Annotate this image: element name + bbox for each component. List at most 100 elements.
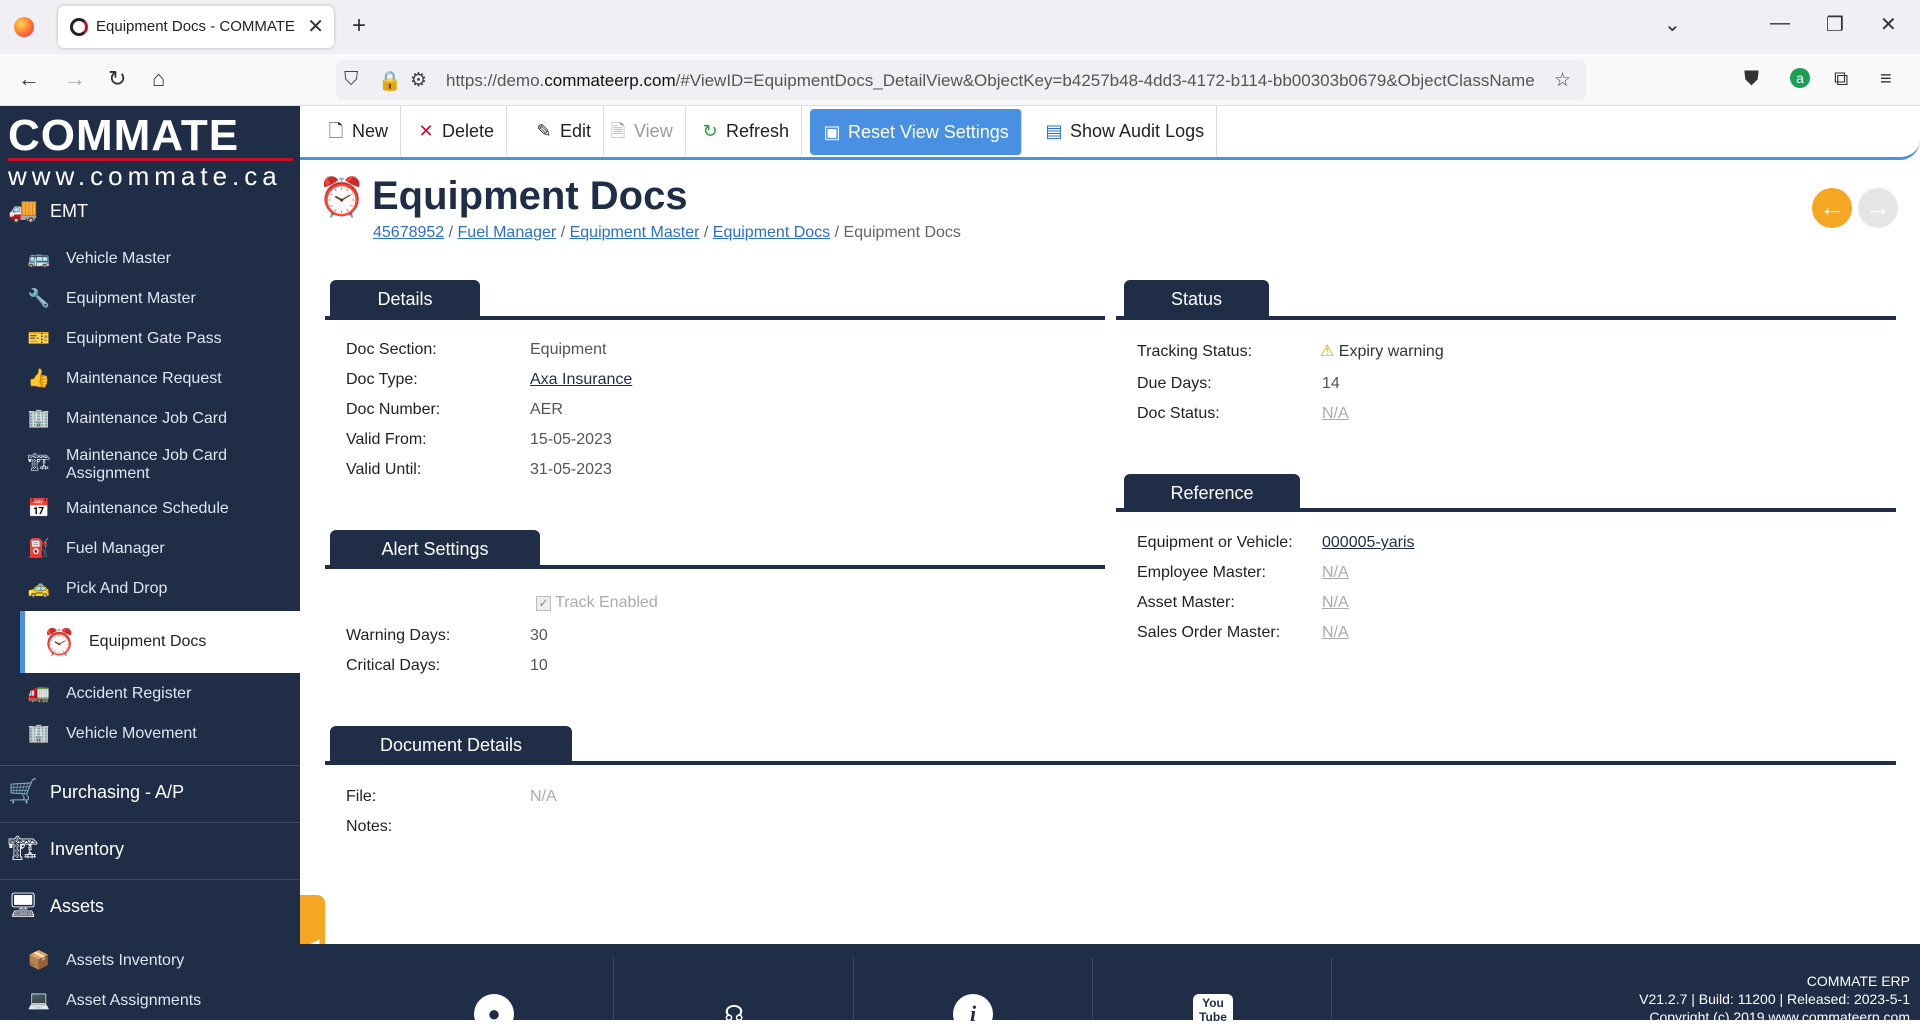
equipment-icon: 🔧 <box>27 288 51 308</box>
equipment-or-vehicle-link[interactable]: 000005-yaris <box>1322 534 1415 552</box>
sidebar-item-vehicle-movement[interactable]: 🏢 Vehicle Movement <box>0 715 300 755</box>
breadcrumb-link[interactable]: Equipment Master <box>570 224 700 241</box>
refresh-button[interactable]: ↻ Refresh <box>688 106 803 156</box>
breadcrumb-link[interactable]: 45678952 <box>373 224 444 241</box>
account-icon[interactable]: a <box>1790 68 1810 88</box>
next-record-button[interactable]: → <box>1858 188 1898 228</box>
track-enabled-checkbox[interactable]: ✓ Track Enabled <box>536 594 658 612</box>
tracking-status-label: Tracking Status: <box>1137 343 1253 360</box>
user-icon[interactable]: ● <box>474 994 514 1034</box>
warning-days-value: 30 <box>530 627 548 644</box>
sidebar-item-asset-assignments[interactable]: 💻 Asset Assignments <box>0 982 300 1020</box>
valid-from-value: 15-05-2023 <box>530 431 612 448</box>
doc-number-label: Doc Number: <box>346 401 441 418</box>
sidebar-group-purchasing[interactable]: 🛒 Purchasing - A/P <box>0 771 300 815</box>
sidebar-item-equipment-docs[interactable]: ⏰ Equipment Docs <box>20 611 300 673</box>
audit-log-icon: ▤ <box>1045 121 1063 141</box>
pass-icon: 🎫 <box>27 328 51 348</box>
valid-from-label: Valid From: <box>346 431 427 448</box>
product-name: COMMATE ERP <box>1806 973 1910 989</box>
sidebar-item-fuel-manager[interactable]: ⛽ Fuel Manager <box>0 530 300 570</box>
edit-button[interactable]: ✎ Edit <box>522 106 605 156</box>
sidebar-item-maintenance-schedule[interactable]: 📅 Maintenance Schedule <box>0 490 300 530</box>
assignment-icon: 🏗 <box>27 452 51 472</box>
minimize-icon[interactable]: — <box>1770 12 1790 35</box>
doc-type-link[interactable]: Axa Insurance <box>530 371 632 389</box>
view-button[interactable]: 🗎 View <box>596 106 686 156</box>
sidebar-item-assets-inventory[interactable]: 📦 Assets Inventory <box>0 942 300 982</box>
sidebar-item-pick-and-drop[interactable]: 🚕 Pick And Drop <box>0 570 300 610</box>
sidebar-group-assets[interactable]: 🖥 Assets <box>0 885 300 929</box>
close-window-icon[interactable]: ✕ <box>1880 12 1897 37</box>
tab-list-icon[interactable]: ⌄ <box>1664 12 1681 37</box>
car-icon: 🚕 <box>27 578 51 598</box>
alert-settings-section-header: Alert Settings <box>330 530 540 568</box>
copyright-text: Copyright (c) 2019 www.commateerp.com <box>1649 1009 1910 1025</box>
sidebar-item-maintenance-request[interactable]: 👍 Maintenance Request <box>0 360 300 400</box>
notes-label: Notes: <box>346 818 393 835</box>
forklift-icon: 🏗 <box>8 835 39 862</box>
menu-icon[interactable]: ≡ <box>1880 68 1892 91</box>
cart-icon: 🛒 <box>8 778 38 805</box>
arrow-left-icon: ← <box>1819 192 1845 222</box>
asset-assign-icon: 💻 <box>27 990 51 1010</box>
breadcrumb: 45678952 / Fuel Manager / Equipment Mast… <box>373 224 961 241</box>
pocket-icon[interactable]: ⛊ <box>1744 68 1759 91</box>
status-divider <box>1116 316 1896 320</box>
youtube-icon[interactable]: You Tube <box>1193 994 1233 1034</box>
employee-master-value[interactable]: N/A <box>1322 564 1349 582</box>
back-icon[interactable]: ← <box>18 66 40 92</box>
breadcrumb-link[interactable]: Equipment Docs <box>713 224 830 241</box>
sidebar-item-maintenance-job-card[interactable]: 🏢 Maintenance Job Card <box>0 400 300 440</box>
sidebar-item-equipment-master[interactable]: 🔧 Equipment Master <box>0 280 300 320</box>
due-days-label: Due Days: <box>1137 375 1212 392</box>
delete-button[interactable]: ✕ Delete <box>404 106 508 156</box>
sidebar-item-maintenance-job-card-assignment[interactable]: 🏗 Maintenance Job Card Assignment <box>0 444 300 488</box>
due-days-value: 14 <box>1322 375 1340 392</box>
sidebar-item-equipment-gate-pass[interactable]: 🎫 Equipment Gate Pass <box>0 320 300 360</box>
support-headset-icon[interactable]: ☊ <box>714 994 754 1034</box>
sidebar-divider <box>0 822 300 823</box>
warning-days-label: Warning Days: <box>346 627 451 644</box>
sidebar-item-vehicle-master[interactable]: 🚌 Vehicle Master <box>0 240 300 280</box>
forward-icon[interactable]: → <box>64 66 86 92</box>
restore-icon[interactable]: ❐ <box>1826 12 1844 37</box>
valid-until-value: 31-05-2023 <box>530 461 612 478</box>
info-icon[interactable]: i <box>953 994 993 1034</box>
doc-status-value[interactable]: N/A <box>1322 405 1349 423</box>
firefox-icon[interactable] <box>14 17 34 37</box>
sidebar-group-inventory[interactable]: 🏗 Inventory <box>0 828 300 872</box>
url-text[interactable]: https://demo.commateerp.com/#ViewID=Equi… <box>446 71 1536 91</box>
footer-divider <box>613 958 614 1020</box>
new-button[interactable]: 🗋 New <box>314 106 402 156</box>
sales-order-master-value[interactable]: N/A <box>1322 624 1349 642</box>
breadcrumb-link[interactable]: Fuel Manager <box>458 224 557 241</box>
close-tab-icon[interactable]: ✕ <box>307 14 324 39</box>
browser-tab[interactable]: Equipment Docs - COMMATE ERP ✕ <box>58 6 334 48</box>
reload-icon[interactable]: ↻ <box>108 66 126 92</box>
permissions-icon[interactable]: ⚙ <box>410 69 427 92</box>
reset-view-icon: ▣ <box>823 122 841 142</box>
view-doc-icon: 🗎 <box>610 121 626 141</box>
home-icon[interactable]: ⌂ <box>152 66 165 92</box>
previous-record-button[interactable]: ← <box>1812 188 1852 228</box>
arrow-right-icon: → <box>1865 192 1891 222</box>
show-audit-logs-button[interactable]: ▤ Show Audit Logs <box>1032 106 1218 156</box>
document-details-section-header: Document Details <box>330 726 572 764</box>
reset-view-settings-button[interactable]: ▣ Reset View Settings <box>810 109 1022 155</box>
commate-favicon-icon <box>70 18 88 36</box>
new-tab-icon[interactable]: + <box>352 12 366 40</box>
sidebar-item-accident-register[interactable]: 🚛 Accident Register <box>0 675 300 715</box>
vehicle-icon: 🚌 <box>27 248 51 268</box>
reference-section-header: Reference <box>1124 474 1300 512</box>
sidebar: COMMATE www.commate.ca 🚚 EMT 🚌 Vehicle Ma… <box>0 106 300 1020</box>
bookmark-star-icon[interactable]: ☆ <box>1554 69 1571 92</box>
asset-master-value[interactable]: N/A <box>1322 594 1349 612</box>
commate-logo[interactable]: COMMATE www.commate.ca <box>8 114 293 191</box>
lock-icon[interactable]: 🔒 <box>378 69 402 93</box>
extensions-icon[interactable]: ⧉ <box>1834 68 1848 91</box>
footer-divider <box>1092 958 1093 1020</box>
address-bar[interactable]: ⛉ 🔒 ⚙ https://demo.commateerp.com/#ViewI… <box>336 60 1586 100</box>
shield-icon[interactable]: ⛉ <box>344 69 358 91</box>
sidebar-group-emt[interactable]: 🚚 EMT <box>0 190 300 234</box>
